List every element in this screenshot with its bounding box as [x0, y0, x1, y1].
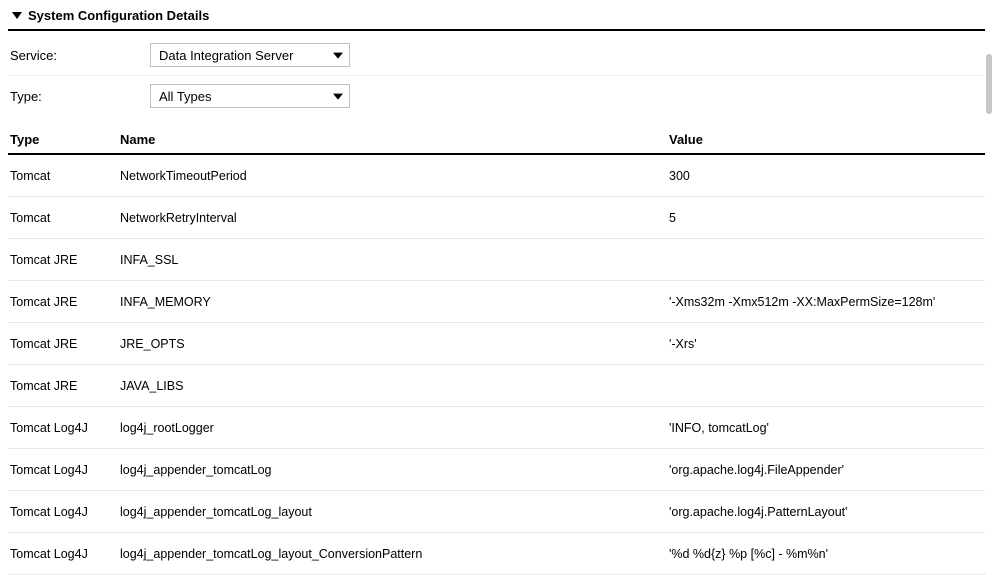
cell-name: log4j_appender_tomcatLog_layout — [120, 505, 669, 519]
col-header-value[interactable]: Value — [669, 132, 985, 147]
cell-type: Tomcat Log4J — [8, 421, 120, 435]
cell-value: '%d %d{z} %p [%c] - %m%n' — [669, 547, 985, 561]
cell-name: INFA_SSL — [120, 253, 669, 267]
cell-type: Tomcat JRE — [8, 337, 120, 351]
cell-name: JRE_OPTS — [120, 337, 669, 351]
type-select[interactable]: All Types — [150, 84, 350, 108]
table-row[interactable]: TomcatNetworkTimeoutPeriod300 — [8, 155, 985, 197]
table-header-row: Type Name Value — [8, 126, 985, 155]
service-select-value: Data Integration Server — [159, 48, 293, 63]
cell-type: Tomcat Log4J — [8, 463, 120, 477]
cell-name: NetworkTimeoutPeriod — [120, 169, 669, 183]
filter-row-type: Type: All Types — [8, 76, 985, 116]
cell-type: Tomcat Log4J — [8, 547, 120, 561]
table-row[interactable]: Tomcat Log4Jlog4j_appender_tomcatLog_lay… — [8, 533, 985, 575]
cell-value: 'INFO, tomcatLog' — [669, 421, 985, 435]
filter-row-service: Service: Data Integration Server — [8, 35, 985, 76]
filters-panel: Service: Data Integration Server Type: A… — [8, 31, 985, 116]
disclosure-triangle-icon[interactable] — [12, 12, 22, 19]
table-row[interactable]: Tomcat Log4Jlog4j_appender_tomcatLog_lay… — [8, 491, 985, 533]
col-header-name[interactable]: Name — [120, 132, 669, 147]
cell-type: Tomcat JRE — [8, 379, 120, 393]
cell-name: JAVA_LIBS — [120, 379, 669, 393]
table-row[interactable]: Tomcat Log4Jlog4j_rootLogger'INFO, tomca… — [8, 407, 985, 449]
section-title: System Configuration Details — [28, 8, 209, 23]
cell-value: 300 — [669, 169, 985, 183]
cell-value: 'org.apache.log4j.PatternLayout' — [669, 505, 985, 519]
vertical-scrollbar-thumb[interactable] — [986, 54, 992, 114]
cell-type: Tomcat JRE — [8, 253, 120, 267]
cell-type: Tomcat — [8, 169, 120, 183]
table-row[interactable]: Tomcat Log4Jlog4j_appender_tomcatLog'org… — [8, 449, 985, 491]
type-select-value: All Types — [159, 89, 212, 104]
config-table: Type Name Value TomcatNetworkTimeoutPeri… — [8, 126, 985, 575]
cell-value: 5 — [669, 211, 985, 225]
service-label: Service: — [8, 48, 150, 63]
cell-name: INFA_MEMORY — [120, 295, 669, 309]
table-row[interactable]: Tomcat JREJAVA_LIBS — [8, 365, 985, 407]
service-select[interactable]: Data Integration Server — [150, 43, 350, 67]
cell-name: log4j_appender_tomcatLog — [120, 463, 669, 477]
chevron-down-icon — [333, 94, 343, 100]
cell-value: '-Xrs' — [669, 337, 985, 351]
cell-type: Tomcat Log4J — [8, 505, 120, 519]
col-header-type[interactable]: Type — [8, 132, 120, 147]
table-row[interactable]: Tomcat JREJRE_OPTS'-Xrs' — [8, 323, 985, 365]
table-row[interactable]: Tomcat JREINFA_SSL — [8, 239, 985, 281]
cell-name: log4j_appender_tomcatLog_layout_Conversi… — [120, 547, 669, 561]
cell-type: Tomcat JRE — [8, 295, 120, 309]
cell-value: '-Xms32m -Xmx512m -XX:MaxPermSize=128m' — [669, 295, 985, 309]
cell-value: 'org.apache.log4j.FileAppender' — [669, 463, 985, 477]
type-label: Type: — [8, 89, 150, 104]
chevron-down-icon — [333, 53, 343, 59]
cell-name: log4j_rootLogger — [120, 421, 669, 435]
table-row[interactable]: Tomcat JREINFA_MEMORY'-Xms32m -Xmx512m -… — [8, 281, 985, 323]
cell-name: NetworkRetryInterval — [120, 211, 669, 225]
table-row[interactable]: TomcatNetworkRetryInterval5 — [8, 197, 985, 239]
cell-type: Tomcat — [8, 211, 120, 225]
section-header[interactable]: System Configuration Details — [8, 4, 985, 31]
table-body[interactable]: TomcatNetworkTimeoutPeriod300TomcatNetwo… — [8, 155, 985, 575]
